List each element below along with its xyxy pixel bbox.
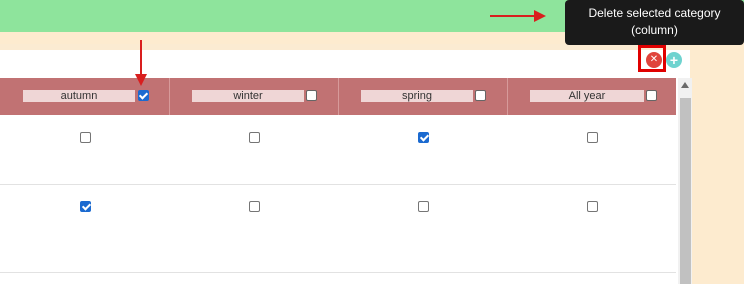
annotation-arrow-head-icon bbox=[135, 74, 147, 86]
plus-icon: + bbox=[669, 52, 679, 68]
cell-checkbox[interactable] bbox=[418, 132, 429, 143]
tooltip-line-1: Delete selected category bbox=[588, 6, 721, 20]
column-select-checkbox[interactable] bbox=[138, 90, 149, 101]
tooltip: Delete selected category (column) bbox=[565, 0, 744, 45]
annotation-arrow-head-icon bbox=[534, 10, 546, 22]
cell-checkbox[interactable] bbox=[418, 201, 429, 212]
annotation-arrow-right bbox=[490, 15, 534, 17]
annotation-highlight-box bbox=[638, 45, 666, 72]
cell-checkbox[interactable] bbox=[80, 201, 91, 212]
row-divider bbox=[0, 272, 676, 273]
annotation-arrow-down bbox=[140, 40, 142, 76]
column-name-field[interactable]: autumn bbox=[23, 90, 135, 102]
cell-checkbox[interactable] bbox=[249, 201, 260, 212]
row-divider bbox=[0, 184, 676, 185]
column-header-row: autumn winter spring All year bbox=[0, 78, 676, 115]
column-name-field[interactable]: All year bbox=[530, 90, 644, 102]
column-name-field[interactable]: winter bbox=[192, 90, 304, 102]
column-header-all-year[interactable]: All year bbox=[508, 78, 676, 115]
column-select-checkbox[interactable] bbox=[475, 90, 486, 101]
column-select-checkbox[interactable] bbox=[646, 90, 657, 101]
column-header-winter[interactable]: winter bbox=[170, 78, 339, 115]
cell-checkbox[interactable] bbox=[249, 132, 260, 143]
column-header-spring[interactable]: spring bbox=[339, 78, 508, 115]
scrollbar-thumb[interactable] bbox=[680, 98, 691, 284]
column-select-checkbox[interactable] bbox=[306, 90, 317, 101]
tooltip-line-2: (column) bbox=[631, 23, 678, 37]
scroll-up-arrow-icon[interactable] bbox=[681, 82, 689, 88]
cell-checkbox[interactable] bbox=[80, 132, 91, 143]
column-name-field[interactable]: spring bbox=[361, 90, 473, 102]
cell-checkbox[interactable] bbox=[587, 132, 598, 143]
add-column-button[interactable]: + bbox=[666, 52, 682, 68]
cell-checkbox[interactable] bbox=[587, 201, 598, 212]
